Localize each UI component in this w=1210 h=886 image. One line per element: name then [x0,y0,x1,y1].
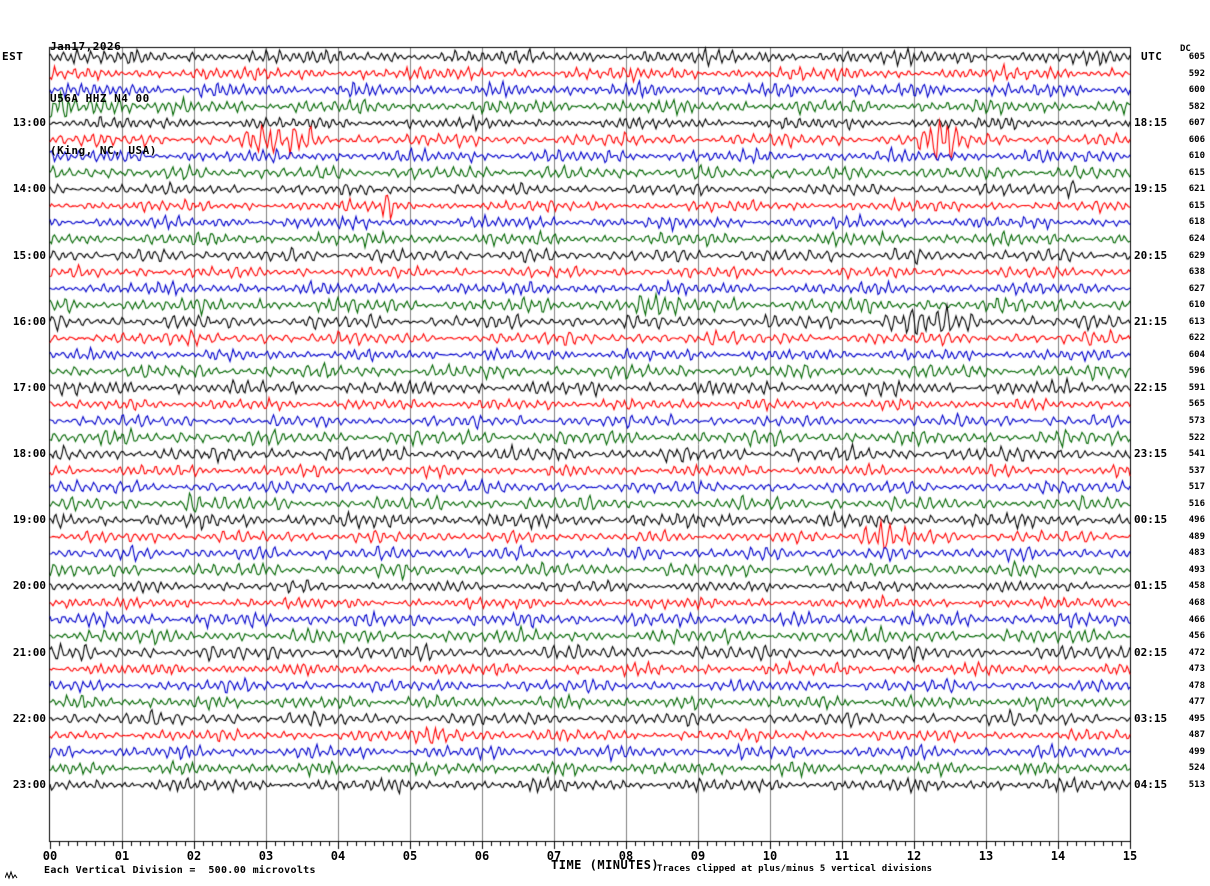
x-axis-tick-label: 04 [330,849,346,863]
est-hour-label: 15:00 [12,248,46,262]
x-axis-tick-label: 11 [834,849,850,863]
dc-offset-value: 615 [1188,200,1205,211]
dc-offset-value: 495 [1188,713,1205,724]
dc-offset-value: 493 [1188,564,1205,575]
dc-offset-value: 472 [1188,647,1205,658]
est-hour-label: 16:00 [12,314,46,328]
dc-offset-value: 606 [1188,134,1205,145]
utc-hour-label: 21:15 [1134,314,1168,328]
dc-offset-value: 605 [1188,52,1205,62]
est-hour-label: 20:00 [12,579,46,593]
title-date: Jan17,2026 [50,40,122,53]
dc-offset-value: 600 [1188,85,1205,96]
est-hour-label: 18:00 [12,447,46,461]
dc-offset-value: 627 [1188,283,1205,294]
dc-offset-value: 622 [1188,333,1205,344]
x-axis-tick-label: 05 [402,849,418,863]
utc-hour-label: 04:15 [1134,778,1168,791]
dc-offset-value: 499 [1188,746,1205,757]
x-axis-tick-label: 10 [762,849,778,863]
dc-offset-value: 496 [1188,515,1205,526]
dc-offset-value: 478 [1188,680,1205,691]
dc-offset-value: 468 [1188,598,1205,608]
dc-offset-value: 607 [1188,118,1205,129]
left-axis-header-est: EST [2,50,24,63]
est-hour-label: 13:00 [12,116,46,130]
dc-offset-value: 487 [1188,730,1205,741]
dc-offset-value: 517 [1188,482,1205,493]
utc-hour-label: 19:15 [1134,182,1168,196]
right-axis-header-utc: UTC [1141,50,1163,63]
dc-offset-value: 477 [1188,697,1205,708]
dc-offset-value: 541 [1188,449,1205,460]
est-hour-label: 14:00 [12,182,46,196]
dc-offset-value: 516 [1188,498,1205,509]
dc-offset-value: 629 [1188,250,1205,261]
title-station: U56A HHZ N4 00 [50,92,150,105]
mini-seismogram-glyph [5,870,18,880]
x-axis-tick-label: 02 [186,849,202,863]
dc-offset-value: 618 [1188,217,1205,228]
x-axis-tick-label: 01 [114,849,130,863]
clipping-note: Traces clipped at plus/minus 5 vertical … [657,864,933,874]
dc-offset-value: 473 [1188,664,1205,675]
x-axis-tick-label: 12 [906,849,922,863]
dc-offset-value: 513 [1188,780,1205,790]
utc-hour-label: 01:15 [1134,579,1168,593]
dc-offset-value: 610 [1188,300,1205,311]
est-hour-label: 23:00 [12,778,46,791]
x-axis-tick-label: 15 [1122,849,1138,863]
dc-offset-value: 615 [1188,167,1205,178]
utc-hour-label: 23:15 [1134,447,1168,461]
dc-offset-value: 483 [1188,548,1205,559]
dc-offset-value: 613 [1188,316,1205,327]
vertical-division-scale-note: Each Vertical Division = 500.00 microvol… [44,865,316,876]
utc-hour-label: 18:15 [1134,116,1168,130]
utc-hour-label: 03:15 [1134,711,1168,725]
title-block: Jan17,2026 U56A HHZ N4 00 (King, NC, USA… [50,2,157,177]
est-hour-label: 19:00 [12,513,46,527]
dc-offset-value: 458 [1188,581,1205,592]
dc-offset-value: 596 [1188,366,1205,377]
x-axis-tick-label: 14 [1050,849,1066,863]
x-axis-tick-label: 06 [474,849,490,863]
dc-offset-value: 537 [1188,465,1205,476]
est-hour-label: 22:00 [12,711,46,725]
dc-offset-value: 466 [1188,614,1205,625]
dc-offset-value: 522 [1188,432,1205,443]
dc-offset-value: 624 [1188,234,1205,244]
utc-hour-label: 20:15 [1134,248,1168,262]
dc-offset-value: 621 [1188,184,1205,195]
dc-offset-value: 592 [1188,68,1205,79]
dc-offset-value: 489 [1188,531,1205,542]
x-axis-tick-label: 09 [690,849,706,863]
x-axis-tick-label: 00 [42,849,58,863]
dc-offset-value: 565 [1188,399,1205,410]
dc-offset-value: 610 [1188,151,1205,162]
dc-offset-value: 591 [1188,382,1205,393]
dc-offset-value: 573 [1188,416,1205,426]
x-axis-tick-label: 03 [258,849,274,863]
est-hour-label: 21:00 [12,645,46,659]
title-location: (King, NC, USA) [50,144,157,157]
seismogram-traces-canvas [0,0,1210,886]
utc-hour-label: 02:15 [1134,645,1168,659]
dc-offset-value: 582 [1188,101,1205,112]
x-axis-tick-label: 13 [978,849,994,863]
heliplot-page: { "header": { "date": "Jan17,2026", "sta… [0,0,1210,886]
utc-hour-label: 00:15 [1134,513,1168,527]
x-axis-title: TIME (MINUTES) [551,858,660,872]
dc-offset-value: 604 [1188,349,1205,360]
dc-offset-value: 524 [1188,763,1205,774]
utc-hour-label: 22:15 [1134,380,1168,394]
dc-offset-value: 638 [1188,267,1205,278]
est-hour-label: 17:00 [12,380,46,394]
dc-offset-value: 456 [1188,631,1205,642]
